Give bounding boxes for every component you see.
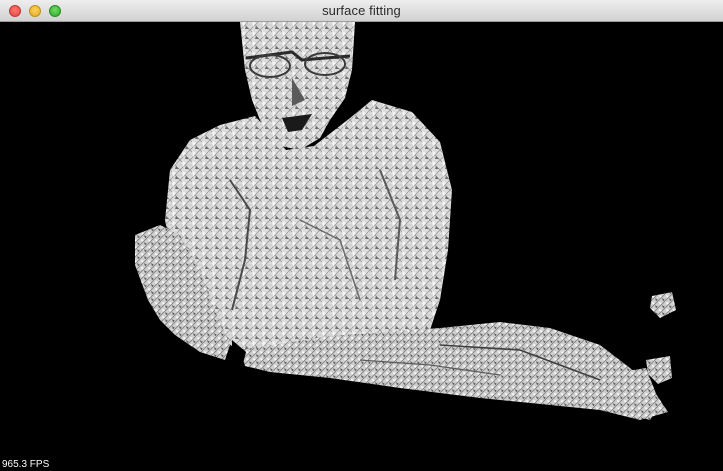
floating-fragments	[620, 292, 676, 420]
window-title: surface fitting	[322, 3, 401, 18]
title-bar[interactable]: surface fitting	[0, 0, 723, 22]
3d-viewport[interactable]: 965.3 FPS	[0, 22, 723, 471]
app-window: surface fitting 965.3 FPS	[0, 0, 723, 471]
surface-mesh-render	[135, 22, 676, 420]
fps-counter: 965.3 FPS	[2, 459, 50, 470]
